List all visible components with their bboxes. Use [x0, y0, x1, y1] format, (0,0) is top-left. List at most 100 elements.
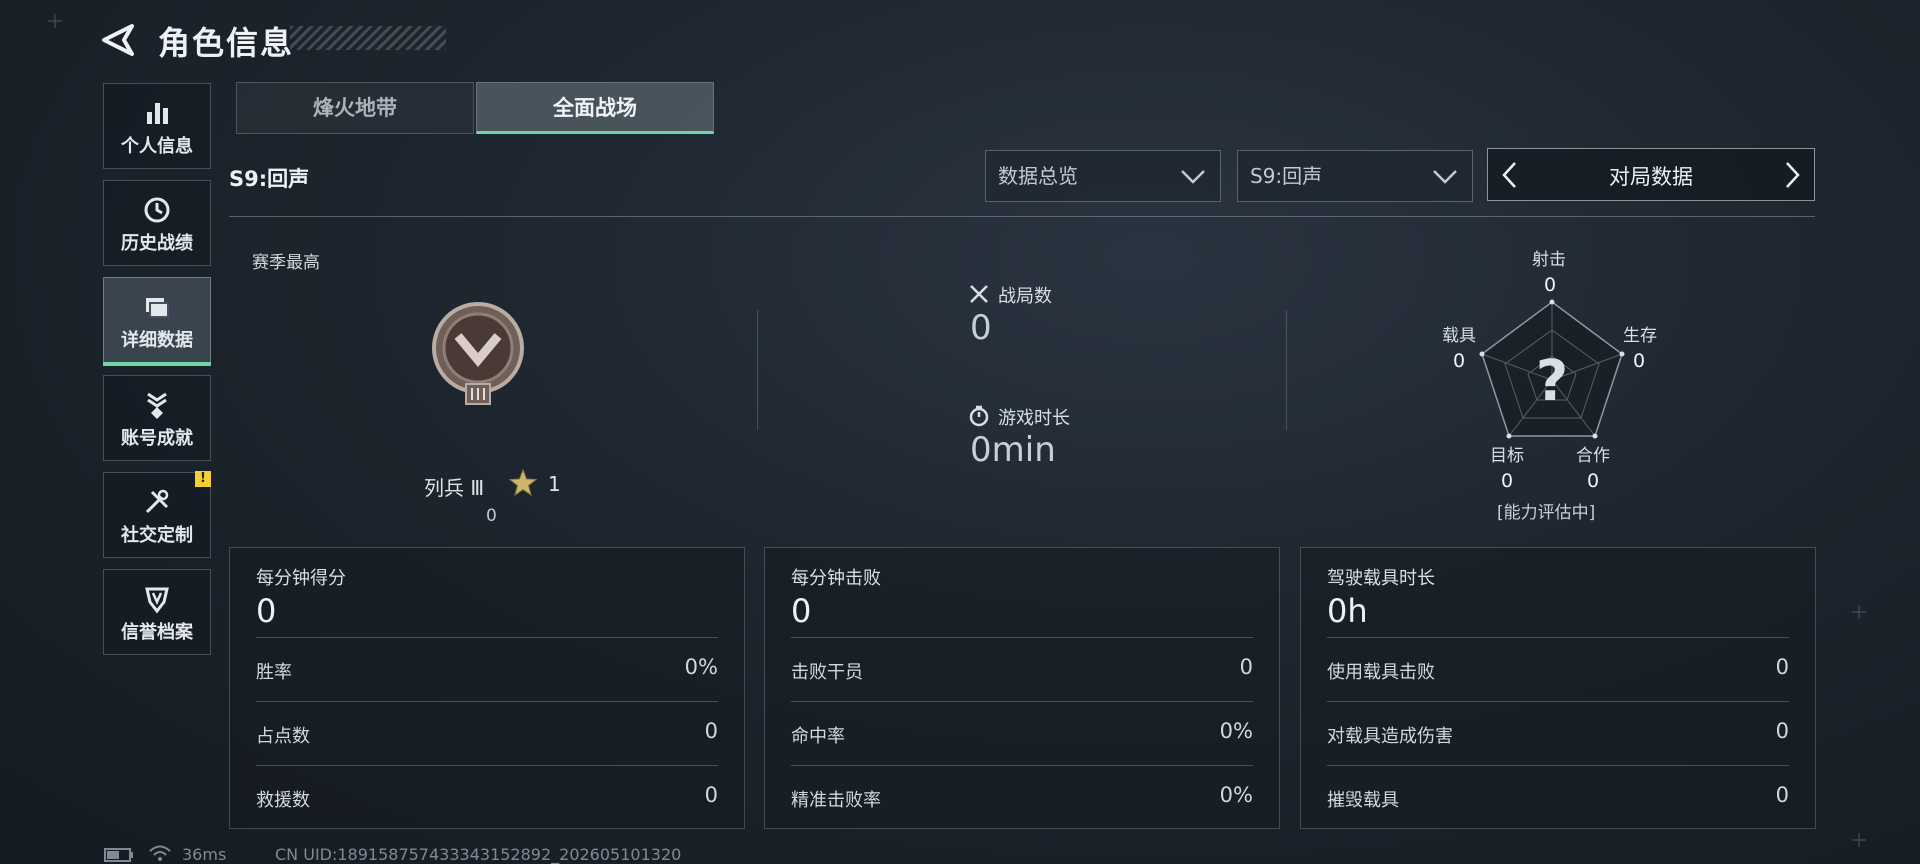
player-uid: CN UID:18915875743334315289​2_2026051013… — [275, 845, 682, 864]
season-title: S9:回声 — [229, 167, 310, 191]
sidebar-item-label: 详细数据 — [121, 330, 193, 351]
history-clock-icon — [144, 197, 170, 223]
crossed-swords-icon — [970, 285, 988, 303]
stat-row-label: 使用载具击败 — [1327, 662, 1435, 683]
stat-row-label: 占点数 — [256, 726, 310, 747]
stat-row-value: 0 — [1775, 655, 1789, 679]
card-divider — [791, 701, 1253, 702]
wifi-icon — [149, 845, 171, 861]
card-title: 每分钟击败 — [791, 568, 881, 589]
radar-cooperation-value: 0 — [1587, 470, 1600, 492]
tab-full-battlefield[interactable]: 全面战场 — [476, 82, 714, 134]
corner-mark-icon — [1852, 605, 1866, 619]
sidebar-item-label: 历史战绩 — [121, 233, 193, 254]
radar-caption: [能力评估中] — [1497, 503, 1596, 523]
shield-icon — [145, 587, 169, 614]
card-divider — [256, 637, 718, 638]
chevron-down-icon — [1433, 170, 1457, 184]
title-stripe-decoration — [290, 26, 446, 50]
stat-row-value: 0 — [1775, 783, 1789, 807]
radar-vehicle-value: 0 — [1453, 350, 1466, 372]
stat-row-label: 对载具造成伤害 — [1327, 726, 1453, 747]
radar-shooting-value: 0 — [1544, 274, 1557, 296]
card-divider — [791, 637, 1253, 638]
radar-objective-value: 0 — [1501, 470, 1514, 492]
playtime-value: 0min — [970, 430, 1056, 470]
chevron-right-icon[interactable] — [1780, 161, 1804, 189]
sidebar-item-label: 信誉档案 — [121, 622, 193, 643]
sidebar-item-label: 个人信息 — [121, 136, 193, 157]
bar-chart-icon — [147, 103, 168, 124]
section-divider — [757, 310, 758, 430]
card-title: 驾驶载具时长 — [1327, 568, 1435, 589]
card-big-value: 0 — [256, 592, 277, 630]
stat-row-label: 精准击败率 — [791, 790, 881, 811]
score-card: 每分钟得分 0 胜率 0% 占点数 0 救援数 0 — [229, 547, 745, 829]
stat-row-value: 0 — [1775, 719, 1789, 743]
sidebar-item-credit[interactable]: 信誉档案 — [103, 569, 211, 655]
sidebar-item-label: 账号成就 — [121, 428, 193, 449]
stat-row-value: 0% — [1219, 783, 1253, 807]
header-divider — [229, 216, 1815, 217]
card-title: 每分钟得分 — [256, 568, 346, 589]
season-best-label: 赛季最高 — [252, 253, 320, 273]
stat-row-value: 0% — [684, 655, 718, 679]
dropdown-value: S9:回声 — [1250, 164, 1323, 188]
match-data-navigator: 对局数据 — [1487, 148, 1815, 201]
star-icon — [508, 468, 538, 497]
rank-points: 0 — [486, 506, 497, 526]
rank-medal-icon — [432, 302, 524, 405]
battery-icon — [104, 848, 133, 862]
stat-row-label: 摧毁载具 — [1327, 790, 1399, 811]
sidebar-item-detailed-data[interactable]: 详细数据 — [103, 277, 211, 366]
vehicle-card: 驾驶载具时长 0h 使用载具击败 0 对载具造成伤害 0 摧毁载具 0 — [1300, 547, 1816, 829]
sidebar-item-achievements[interactable]: 账号成就 — [103, 375, 211, 461]
card-divider — [1327, 765, 1789, 766]
tools-icon — [145, 489, 169, 514]
radar-objective-label: 目标 — [1490, 446, 1524, 466]
stat-row-value: 0 — [704, 783, 718, 807]
card-big-value: 0h — [1327, 592, 1368, 630]
rank-name: 列兵 Ⅲ — [424, 476, 485, 500]
dropdown-value: 数据总览 — [998, 164, 1078, 188]
card-divider — [1327, 701, 1789, 702]
card-divider — [791, 765, 1253, 766]
radar-center-question-mark: ? — [1536, 349, 1568, 414]
radar-survival-label: 生存 — [1623, 326, 1657, 346]
sidebar-item-label: 社交定制 — [121, 525, 193, 546]
stat-row-value: 0 — [1239, 655, 1253, 679]
navigator-label: 对局数据 — [1609, 165, 1693, 189]
corner-mark-icon — [48, 14, 62, 28]
matches-label: 战局数 — [998, 286, 1052, 307]
achievement-icon — [147, 392, 167, 419]
matches-value: 0 — [970, 308, 992, 348]
notification-badge: ! — [195, 471, 211, 487]
stat-row-label: 救援数 — [256, 790, 310, 811]
sidebar-item-history[interactable]: 历史战绩 — [103, 180, 211, 266]
card-big-value: 0 — [791, 592, 812, 630]
stat-row-label: 命中率 — [791, 726, 845, 747]
section-divider — [1286, 310, 1287, 430]
season-dropdown[interactable]: S9:回声 — [1237, 150, 1473, 202]
card-divider — [256, 701, 718, 702]
stat-row-value: 0 — [704, 719, 718, 743]
corner-mark-icon — [1852, 833, 1866, 847]
ability-radar-chart: ? — [1479, 299, 1625, 439]
tab-hazard-zone[interactable]: 烽火地带 — [236, 82, 474, 134]
back-arrow-icon[interactable] — [100, 22, 136, 58]
card-divider — [256, 765, 718, 766]
radar-shooting-label: 射击 — [1532, 250, 1566, 270]
playtime-label: 游戏时长 — [998, 408, 1070, 429]
stat-row-value: 0% — [1219, 719, 1253, 743]
page-title: 角色信息 — [158, 24, 295, 62]
radar-cooperation-label: 合作 — [1576, 446, 1610, 466]
stat-row-label: 击败干员 — [791, 662, 863, 683]
radar-vehicle-label: 载具 — [1442, 326, 1476, 346]
chevron-down-icon — [1181, 170, 1205, 184]
kills-card: 每分钟击败 0 击败干员 0 命中率 0% 精准击败率 0% — [764, 547, 1280, 829]
sidebar-item-personal-info[interactable]: 个人信息 — [103, 83, 211, 169]
data-overview-dropdown[interactable]: 数据总览 — [985, 150, 1221, 202]
folder-icon — [146, 298, 169, 318]
card-divider — [1327, 637, 1789, 638]
radar-survival-value: 0 — [1633, 350, 1646, 372]
